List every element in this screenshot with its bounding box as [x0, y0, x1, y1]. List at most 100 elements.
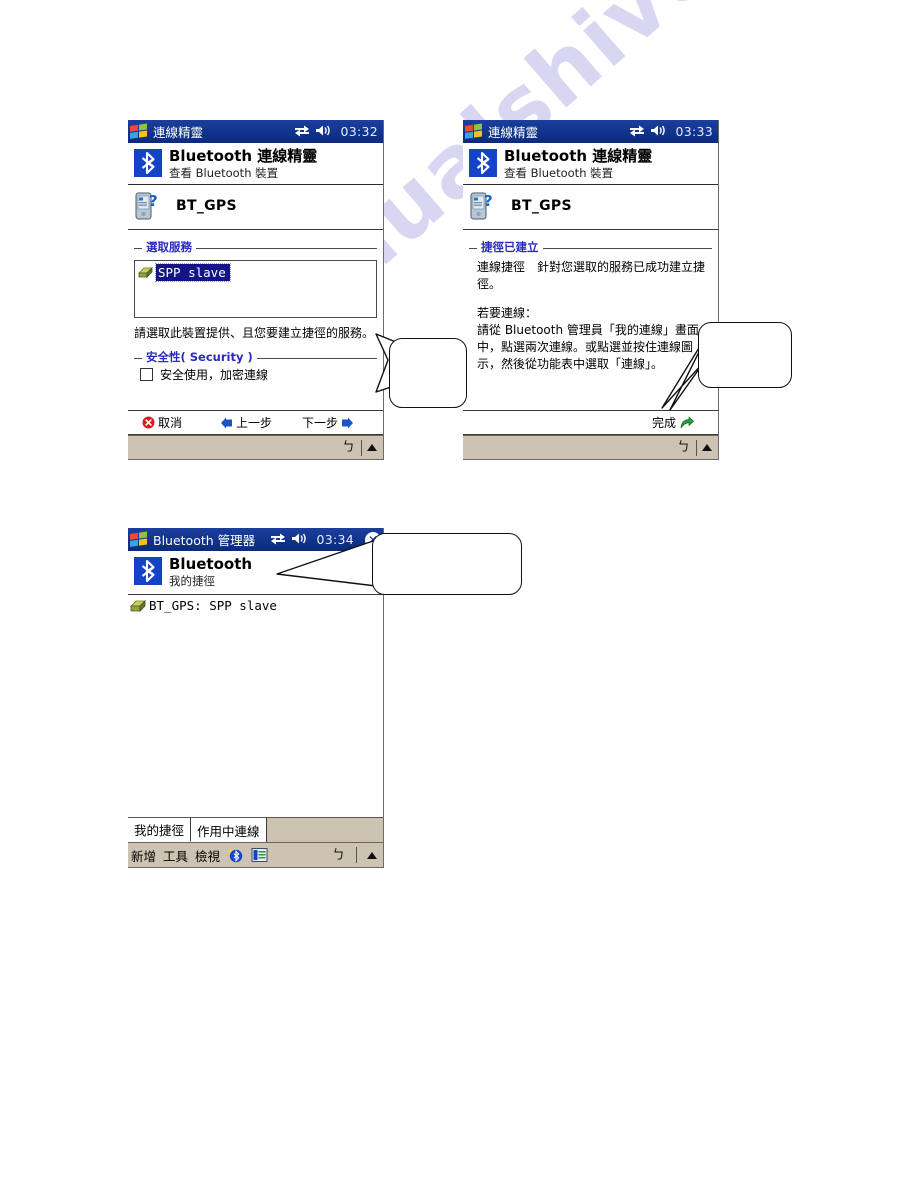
app-title: Bluetooth — [169, 555, 253, 573]
callout-bubble — [698, 322, 792, 388]
tab-strip-filler — [267, 818, 383, 842]
callout-finish — [661, 310, 800, 420]
speaker-icon[interactable] — [650, 124, 666, 140]
bluetooth-logo-icon — [134, 149, 162, 177]
command-bar: 取消 上一步 下一步 — [128, 410, 383, 435]
app-subtitle: 我的捷徑 — [169, 574, 215, 589]
secure-connection-checkbox-row[interactable]: 安全使用，加密連線 — [134, 363, 377, 387]
next-button[interactable]: 下一步 — [302, 414, 354, 431]
up-arrow-icon[interactable] — [367, 444, 377, 451]
view-menu-button[interactable]: 檢視 — [195, 846, 220, 865]
app-title: Bluetooth 連線精靈 — [504, 147, 653, 165]
divider — [696, 439, 697, 456]
select-service-hint: 請選取此裝置提供、且您要建立捷徑的服務。 — [134, 326, 375, 341]
windows-flag-icon[interactable] — [129, 531, 149, 548]
pda-device-icon: ? — [469, 191, 495, 221]
service-plug-icon — [130, 599, 147, 613]
svg-text:?: ? — [149, 192, 158, 210]
security-group: 安全性( Security ) 安全使用，加密連線 — [134, 350, 377, 387]
titlebar-clock: 03:33 — [675, 124, 713, 139]
service-plug-icon — [138, 266, 154, 279]
sip-bar: ㄅ — [128, 435, 383, 459]
shortcut-created-group: 捷徑已建立 連線捷徑 針對您選取的服務已成功建立捷徑。 若要連線： 請從 Blu… — [469, 240, 712, 373]
bottom-toolbar: 新增 工具 檢視 ㄅ — [128, 842, 383, 867]
callout-bubble — [372, 533, 522, 595]
list-item[interactable]: SPP slave — [138, 263, 373, 283]
list-item-label: SPP slave — [155, 263, 231, 283]
callout-bubble — [389, 338, 467, 408]
keyboard-icon[interactable]: ㄅ — [342, 441, 359, 454]
tab-active-connections[interactable]: 作用中連線 — [191, 818, 267, 842]
security-group-label: 安全性( Security ) — [142, 350, 257, 366]
titlebar-clock: 03:32 — [340, 124, 378, 139]
device-row[interactable]: ? BT_GPS — [463, 185, 718, 231]
divider — [361, 439, 362, 456]
titlebar-status-icons: 03:33 — [629, 124, 716, 140]
cancel-button[interactable]: 取消 — [142, 414, 182, 431]
tab-my-shortcuts-label: 我的捷徑 — [134, 823, 185, 838]
shortcut-created-paragraph-3: 請從 Bluetooth 管理員「我的連線」畫面中，點選兩次連線。或點選並按住連… — [477, 323, 699, 372]
connectivity-icon[interactable] — [629, 124, 645, 140]
bluetooth-logo-icon — [469, 149, 497, 177]
callout-my-shortcuts — [276, 528, 526, 614]
titlebar-title: 連線精靈 — [153, 125, 204, 140]
cancel-red-x-icon — [142, 416, 155, 429]
titlebar-title: 連線精靈 — [488, 125, 539, 140]
back-button[interactable]: 上一步 — [220, 414, 272, 431]
device-row[interactable]: ? BT_GPS — [128, 185, 383, 231]
divider — [356, 847, 357, 863]
secure-connection-checkbox[interactable] — [140, 368, 153, 382]
windows-flag-icon[interactable] — [129, 123, 149, 140]
tab-strip: 我的捷徑 作用中連線 — [128, 817, 383, 842]
app-header: Bluetooth 連線精靈 查看 Bluetooth 裝置 — [128, 143, 383, 186]
keyboard-icon[interactable]: ㄅ — [332, 849, 349, 862]
callout-next-step — [375, 330, 467, 418]
bluetooth-logo-icon — [134, 557, 162, 585]
titlebar: 連線精靈 03:33 — [463, 120, 718, 143]
sip-bar: ㄅ — [463, 435, 718, 459]
titlebar-title: Bluetooth 管理器 — [153, 533, 256, 548]
shortcut-created-group-label: 捷徑已建立 — [477, 240, 543, 256]
titlebar-status-icons: 03:32 — [294, 124, 381, 140]
back-arrow-blue-icon — [220, 417, 233, 429]
device-name: BT_GPS — [176, 198, 237, 215]
tab-active-connections-label: 作用中連線 — [197, 823, 260, 839]
list-item-label: BT_GPS: SPP slave — [149, 598, 277, 613]
svg-text:?: ? — [484, 192, 493, 210]
speaker-icon[interactable] — [315, 124, 331, 140]
app-header: Bluetooth 連線精靈 查看 Bluetooth 裝置 — [463, 143, 718, 186]
screen-connection-wizard-select-service: 連線精靈 03:32 Bluetooth 連線精靈 查看 Bluetooth 裝… — [128, 120, 384, 460]
shortcut-created-paragraph-1: 連線捷徑 針對您選取的服務已成功建立捷徑。 — [477, 260, 706, 292]
keyboard-icon[interactable]: ㄅ — [677, 441, 694, 454]
select-service-group: 選取服務 SPP slave 請選取此裝置提供、且您要建立捷徑的服務。 — [134, 240, 377, 341]
back-button-label: 上一步 — [236, 416, 273, 430]
app-subtitle: 查看 Bluetooth 裝置 — [169, 166, 279, 181]
shortcut-list[interactable]: BT_GPS: SPP slave — [128, 594, 383, 817]
titlebar: 連線精靈 03:32 — [128, 120, 383, 143]
service-listbox[interactable]: SPP slave — [134, 260, 377, 319]
tab-my-shortcuts[interactable]: 我的捷徑 — [128, 818, 192, 842]
screen-connection-wizard-shortcut-created: 連線精靈 03:33 Bluetooth 連線精靈 查看 Bluetooth 裝… — [463, 120, 719, 460]
device-name: BT_GPS — [511, 198, 572, 215]
shortcut-created-paragraph-2: 若要連線： — [477, 306, 538, 321]
finish-button[interactable]: 完成 — [652, 414, 694, 431]
finish-button-label: 完成 — [651, 416, 676, 430]
secure-connection-label: 安全使用，加密連線 — [160, 368, 269, 383]
cancel-button-label: 取消 — [158, 416, 183, 430]
pda-device-icon: ? — [134, 191, 160, 221]
bluetooth-sparkle-icon[interactable] — [227, 847, 244, 863]
windows-flag-icon[interactable] — [464, 123, 484, 140]
connectivity-icon[interactable] — [294, 124, 310, 140]
new-menu-button[interactable]: 新增 — [131, 846, 156, 865]
up-arrow-icon[interactable] — [702, 444, 712, 451]
select-service-group-label: 選取服務 — [142, 240, 196, 256]
next-arrow-blue-icon — [341, 417, 354, 429]
app-title: Bluetooth 連線精靈 — [169, 147, 318, 165]
app-subtitle: 查看 Bluetooth 裝置 — [504, 166, 614, 181]
properties-list-icon[interactable] — [251, 847, 268, 863]
next-button-label: 下一步 — [302, 416, 339, 430]
command-bar: 完成 — [463, 410, 718, 435]
up-arrow-icon[interactable] — [367, 851, 377, 859]
tools-menu-button[interactable]: 工具 — [163, 846, 188, 865]
